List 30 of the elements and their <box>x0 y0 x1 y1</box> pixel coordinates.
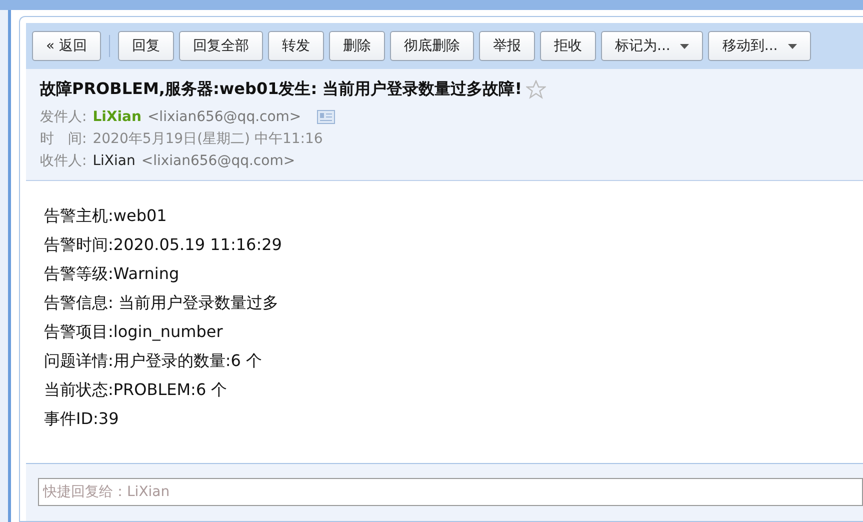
caret-icon <box>680 44 690 48</box>
toolbar-button[interactable]: 回复 <box>118 31 174 61</box>
field-label: 收件人: <box>40 152 87 171</box>
message-line: 当前状态:PROBLEM:6 个 <box>44 379 228 401</box>
message-line: 问题详情:用户登录的数量:6 个 <box>44 350 264 372</box>
message-line: 告警时间:2020.05.19 11:16:29 <box>44 234 283 256</box>
message-line: 告警等级:Warning <box>44 263 180 285</box>
message-line: 告警项目:login_number <box>44 321 224 343</box>
sent-time: 2020年5月19日(星期二) 中午11:16 <box>92 130 323 149</box>
message-line: 事件ID:39 <box>44 408 120 430</box>
dropdown-button[interactable]: 标记为... <box>601 31 704 61</box>
toolbar-button[interactable]: 举报 <box>479 31 536 61</box>
message-line: 告警主机:web01 <box>44 205 168 227</box>
dropdown-button[interactable]: 移动到... <box>708 31 811 61</box>
back-button[interactable]: « 返回 <box>32 31 102 61</box>
contact-card-icon[interactable] <box>317 110 336 124</box>
toolbar-button[interactable]: 回复全部 <box>179 31 264 61</box>
email-address: <lixian656@qq.com> <box>141 152 296 171</box>
toolbar-button[interactable]: 彻底删除 <box>390 31 474 61</box>
message-line: 告警信息: 当前用户登录数量过多 <box>44 292 280 314</box>
recipient-name[interactable]: LiXian <box>92 150 136 172</box>
toolbar-button[interactable]: 删除 <box>329 31 386 61</box>
toolbar-button[interactable]: 拒收 <box>540 31 596 61</box>
email-address: <lixian656@qq.com> <box>147 108 302 127</box>
email-subject: 故障PROBLEM,服务器:web01发生: 当前用户登录数量过多故障! <box>40 79 522 100</box>
star-icon[interactable] <box>526 80 546 99</box>
caret-icon <box>788 44 797 48</box>
field-label: 发件人: <box>40 108 87 127</box>
toolbar-button[interactable]: 转发 <box>268 31 324 61</box>
field-label: 时 间: <box>40 130 87 149</box>
